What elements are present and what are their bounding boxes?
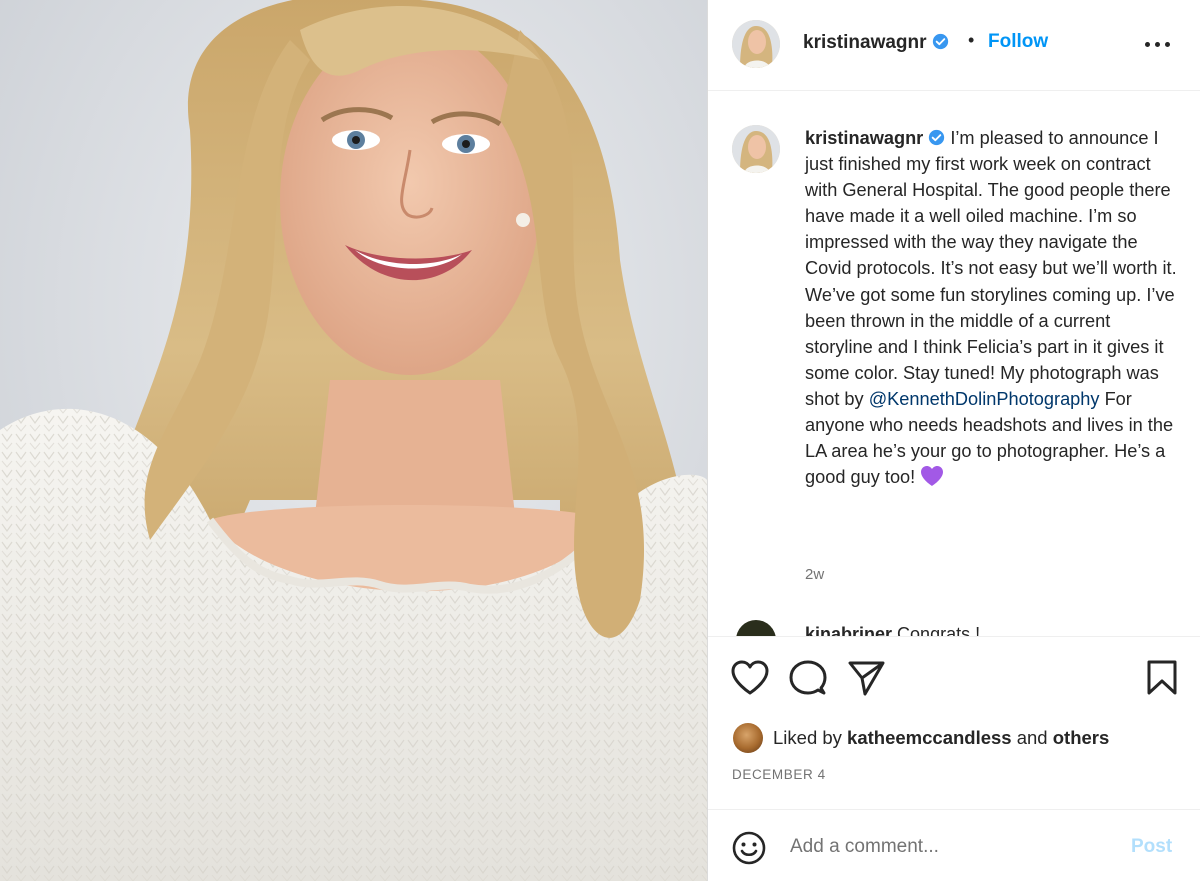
commenter-username[interactable]: kinabriner	[805, 624, 892, 636]
smiley-icon[interactable]	[732, 831, 766, 865]
post-side-panel: kristinawagnr • Follow kristinawagnr I’m…	[707, 0, 1200, 881]
comment-input[interactable]	[790, 832, 1110, 862]
post-caption: kristinawagnr I’m pleased to announce I …	[805, 125, 1177, 490]
share-icon[interactable]	[846, 659, 886, 697]
profile-avatar-icon	[732, 125, 780, 173]
author-avatar[interactable]	[732, 20, 780, 68]
purple-heart-icon	[921, 466, 944, 487]
comments-scroll-area[interactable]: kristinawagnr I’m pleased to announce I …	[708, 92, 1200, 636]
profile-avatar-icon	[732, 20, 780, 68]
more-options-icon[interactable]	[1144, 32, 1172, 54]
post-actions: Liked by katheemccandless and others DEC…	[708, 636, 1200, 809]
post-date[interactable]: DECEMBER 4	[732, 767, 826, 782]
commenter-avatar[interactable]	[736, 620, 776, 636]
comment-body: Congrats !	[897, 624, 981, 636]
liker-avatar	[733, 723, 763, 753]
author-username-text: kristinawagnr	[803, 32, 927, 53]
likes-summary[interactable]: Liked by katheemccandless and others	[733, 723, 1109, 753]
comment-item: kinabriner Congrats !	[732, 620, 1172, 636]
post-photo[interactable]	[0, 0, 707, 881]
author-username[interactable]: kristinawagnr	[803, 32, 949, 54]
portrait-photo	[0, 0, 707, 881]
verified-badge-icon	[929, 129, 945, 146]
verified-badge-icon	[932, 33, 948, 50]
comment-composer: Post	[708, 809, 1200, 881]
likes-text: Liked by katheemccandless and others	[773, 727, 1109, 749]
caption-username[interactable]: kristinawagnr	[805, 128, 923, 148]
comment-icon[interactable]	[788, 659, 828, 697]
follow-button[interactable]: Follow	[988, 31, 1048, 53]
likes-prefix: Liked by	[773, 727, 842, 748]
caption-mention-link[interactable]: @KennethDolinPhotography	[869, 389, 1100, 409]
caption-timestamp[interactable]: 2w	[805, 566, 824, 583]
comment-text: kinabriner Congrats !	[805, 624, 980, 636]
bookmark-icon[interactable]	[1145, 659, 1179, 697]
likes-conjunction: and	[1016, 727, 1048, 748]
liker-username[interactable]: katheemccandless	[847, 727, 1012, 748]
post-comment-button[interactable]: Post	[1131, 836, 1172, 858]
post-header: kristinawagnr • Follow	[708, 0, 1200, 91]
caption-text: I’m pleased to announce I just finished …	[805, 128, 1177, 409]
caption-author-avatar[interactable]	[732, 125, 780, 173]
likes-others-link[interactable]: others	[1053, 727, 1110, 748]
heart-icon[interactable]	[730, 659, 770, 697]
header-separator: •	[968, 30, 975, 50]
